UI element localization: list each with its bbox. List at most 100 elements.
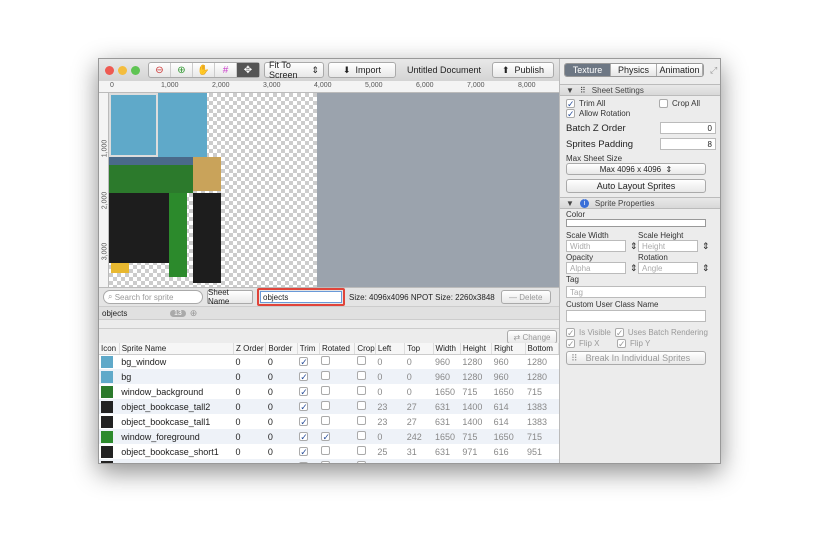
trim-checkbox[interactable]: ✓ (299, 371, 309, 381)
rotated-checkbox[interactable] (321, 416, 331, 425)
stepper-icon[interactable]: ⇕ (630, 241, 638, 252)
crop-checkbox[interactable] (356, 416, 366, 425)
table-row[interactable]: object_bookcase_short200✓253163197161695… (99, 459, 559, 463)
table-row[interactable]: bg_window 0 0 ✓ 0 0 960 1280 960 1280 (99, 354, 559, 369)
column-header[interactable]: Rotated (319, 343, 356, 355)
table-row[interactable]: object_bookcase_short1 0 0 ✓ 25 31 631 971 616 95… (99, 444, 559, 459)
z-order[interactable]: 0 (234, 384, 266, 399)
crop-checkbox[interactable] (356, 461, 366, 463)
sprite-name[interactable]: window_foreground (119, 429, 234, 444)
table-row[interactable]: object_bookcase_tall1 0 0 ✓ 23 27 631 1400 614 13… (99, 414, 559, 429)
sprite-bg[interactable] (158, 93, 207, 157)
sprite-name[interactable]: bg_window (119, 354, 233, 369)
sprite-name[interactable]: object_bookcase_tall2 (119, 399, 234, 414)
expand-icon[interactable]: ⤢ (710, 65, 717, 76)
column-header[interactable]: Bottom (525, 343, 560, 355)
column-header[interactable]: Top (404, 343, 434, 355)
crop-checkbox[interactable] (356, 431, 366, 440)
batch-rendering-checkbox[interactable]: ✓ (614, 328, 624, 338)
publish-button[interactable]: ⬆ Publish (492, 62, 554, 78)
color-well[interactable] (566, 219, 706, 227)
sprite-name[interactable]: bg (119, 369, 234, 384)
sprite-bg-window[interactable] (109, 93, 158, 157)
border[interactable]: 0 (266, 354, 297, 369)
change-button[interactable]: ⇄ Change (507, 330, 557, 344)
zoom-button[interactable] (131, 65, 140, 75)
sheet-name-input[interactable]: objects (260, 291, 342, 303)
max-size-select[interactable]: Max 4096 x 4096 ⇕ (566, 163, 706, 175)
rotated-checkbox[interactable] (321, 386, 331, 395)
column-header[interactable]: Z Order (233, 343, 267, 355)
table-row[interactable]: object_bookcase_tall2 0 0 ✓ 23 27 631 1400 614 13… (99, 399, 559, 414)
sprite-bookcase-tall1[interactable] (139, 193, 169, 263)
scale-width-input[interactable]: Width (566, 240, 626, 252)
border[interactable]: 0 (266, 444, 297, 459)
sprite-sheet-canvas[interactable] (109, 93, 559, 287)
trim-checkbox[interactable]: ✓ (299, 356, 309, 366)
z-order[interactable]: 0 (233, 399, 266, 414)
add-sheet-icon[interactable]: ⊕ (190, 308, 198, 319)
column-header[interactable]: Border (265, 343, 298, 355)
sheet-tab-objects[interactable]: objects (102, 309, 170, 318)
border[interactable]: 0 (265, 369, 298, 384)
rotated-checkbox[interactable] (321, 446, 331, 455)
crop-checkbox[interactable] (356, 446, 366, 455)
stepper-icon[interactable]: ⇕ (702, 241, 710, 252)
trim-all-checkbox[interactable]: ✓ (566, 99, 575, 109)
rotated-checkbox[interactable] (321, 356, 331, 366)
trim-checkbox[interactable]: ✓ (299, 431, 309, 441)
sprite-object[interactable] (193, 157, 221, 191)
crop-all-checkbox[interactable] (659, 99, 668, 108)
column-header[interactable]: Height (460, 343, 493, 355)
import-button[interactable]: ⬇ Import (328, 62, 396, 78)
crop-checkbox[interactable] (356, 371, 366, 380)
zoom-in-icon[interactable]: ⊕ (171, 63, 193, 77)
border[interactable]: 0 (266, 414, 297, 429)
stepper-icon[interactable]: ⇕ (630, 263, 638, 274)
z-order[interactable]: 0 (233, 459, 266, 463)
border[interactable]: 0 (265, 459, 298, 463)
tab-animation[interactable]: Animation (657, 64, 703, 76)
minimize-button[interactable] (118, 65, 127, 75)
sprite-bookcase-tall2[interactable] (109, 193, 139, 263)
sprite-window-foreground[interactable] (169, 193, 187, 277)
batch-z-input[interactable]: 0 (660, 122, 716, 134)
sprite-properties-header[interactable]: ▼ i Sprite Properties (560, 197, 720, 209)
flip-y-checkbox[interactable]: ✓ (617, 339, 626, 349)
tag-input[interactable]: Tag (566, 286, 706, 298)
custom-class-input[interactable] (566, 310, 706, 322)
column-header[interactable]: Trim (297, 343, 320, 355)
search-input[interactable]: ⌕ Search for sprite (103, 290, 203, 304)
grid-icon[interactable]: # (215, 63, 237, 77)
is-visible-checkbox[interactable]: ✓ (566, 328, 575, 338)
column-header[interactable]: Right (491, 343, 526, 355)
z-order[interactable]: 0 (234, 444, 266, 459)
rotated-checkbox[interactable]: ✓ (321, 431, 331, 441)
rotated-checkbox[interactable] (321, 371, 331, 380)
trim-checkbox[interactable]: ✓ (299, 416, 309, 426)
auto-layout-button[interactable]: Auto Layout Sprites (566, 179, 706, 193)
trim-checkbox[interactable]: ✓ (299, 386, 309, 396)
column-header[interactable]: Width (433, 343, 461, 355)
fit-to-screen-select[interactable]: Fit To Screen ⇕ (264, 60, 324, 80)
sprite-object-small[interactable] (111, 263, 129, 273)
sprite-name[interactable]: object_bookcase_short1 (119, 444, 233, 459)
z-order[interactable]: 0 (234, 414, 266, 429)
stepper-icon[interactable]: ⇕ (702, 263, 710, 274)
opacity-input[interactable]: Alpha (566, 262, 626, 274)
column-header[interactable]: Left (375, 343, 406, 355)
border[interactable]: 0 (265, 429, 298, 444)
rotation-input[interactable]: Angle (638, 262, 698, 274)
column-header[interactable]: Crop (354, 343, 376, 355)
table-row[interactable]: bg 0 0 ✓ 0 0 960 1280 960 1280 (99, 369, 559, 384)
trim-checkbox[interactable]: ✓ (299, 401, 309, 411)
z-order[interactable]: 0 (233, 429, 266, 444)
column-header[interactable]: Sprite Name (119, 343, 235, 355)
table-row[interactable]: window_background 0 0 ✓ 0 0 1650 715 1650 715 (99, 384, 559, 399)
sprite-name[interactable]: object_bookcase_short2 (119, 459, 234, 463)
flip-x-checkbox[interactable]: ✓ (566, 339, 575, 349)
column-header[interactable]: Icon (99, 343, 120, 355)
zoom-out-icon[interactable]: ⊖ (149, 63, 171, 77)
crop-checkbox[interactable] (356, 386, 366, 395)
table-row[interactable]: window_foreground 0 0 ✓ ✓ 0 242 1650 715 1650 715 (99, 429, 559, 444)
